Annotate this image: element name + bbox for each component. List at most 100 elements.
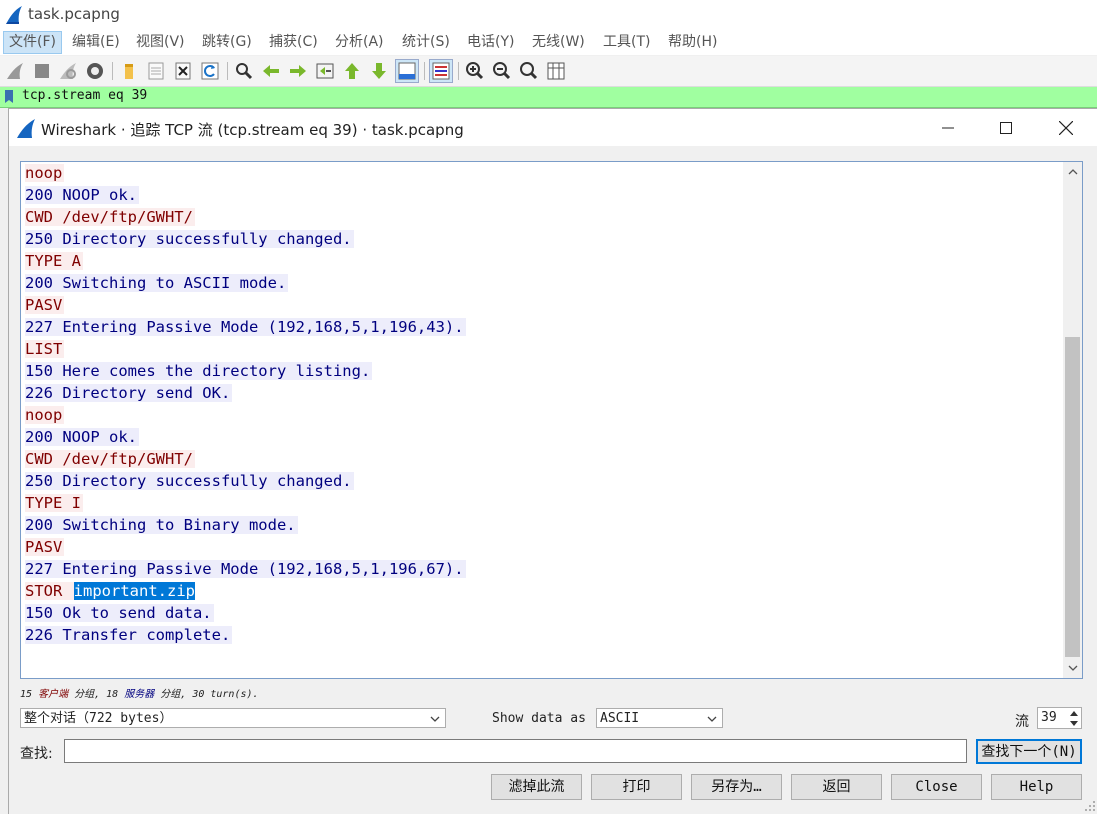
- close-button[interactable]: Close: [891, 774, 982, 800]
- client-stream-line: CWD /dev/ftp/GWHT/: [25, 206, 466, 228]
- maximize-icon: [1000, 121, 1012, 134]
- find-packet-search-icon[interactable]: [233, 60, 255, 82]
- help-button[interactable]: Help: [991, 774, 1082, 800]
- menu-edit[interactable]: 编辑(E): [67, 32, 125, 53]
- menu-tools[interactable]: 工具(T): [598, 32, 655, 53]
- back-button[interactable]: 返回: [791, 774, 882, 800]
- last-packet-icon[interactable]: [368, 60, 390, 82]
- close-window-button[interactable]: [1043, 109, 1089, 146]
- minimize-icon: [942, 127, 954, 128]
- menu-view[interactable]: 视图(V): [131, 32, 190, 53]
- stream-line-text: 227 Entering Passive Mode (192,168,5,1,1…: [25, 560, 466, 578]
- close-file-icon[interactable]: [172, 60, 194, 82]
- menu-wireless[interactable]: 无线(W): [527, 32, 590, 53]
- stream-number-spinbox[interactable]: 39: [1037, 707, 1082, 729]
- zoom-in-icon[interactable]: [464, 60, 486, 82]
- first-packet-icon[interactable]: [341, 60, 363, 82]
- display-filter-text: tcp.stream eq 39: [22, 88, 148, 103]
- scroll-up-button[interactable]: [1063, 162, 1082, 182]
- reload-icon[interactable]: [199, 60, 221, 82]
- stream-line-text: 250 Directory successfully changed.: [25, 472, 354, 490]
- menu-telephony[interactable]: 电话(Y): [462, 32, 519, 53]
- open-folder-icon[interactable]: [118, 60, 140, 82]
- restart-capture-icon[interactable]: [57, 60, 79, 82]
- filter-out-stream-button[interactable]: 滤掉此流: [491, 774, 582, 800]
- client-stream-line: TYPE I: [25, 492, 466, 514]
- client-stream-line: STOR important.zip: [25, 580, 466, 602]
- client-stream-line: noop: [25, 404, 466, 426]
- auto-scroll-icon[interactable]: [395, 59, 419, 83]
- display-filter-bar[interactable]: tcp.stream eq 39: [0, 87, 1097, 108]
- client-stream-line: PASV: [25, 536, 466, 558]
- server-stream-line: 150 Ok to send data.: [25, 602, 466, 624]
- stream-line-text: LIST: [25, 340, 65, 358]
- normal-size-icon[interactable]: [518, 60, 540, 82]
- zoom-out-icon[interactable]: [491, 60, 513, 82]
- server-stream-line: 226 Directory send OK.: [25, 382, 466, 404]
- selected-text: important.zip: [73, 582, 195, 600]
- menu-go[interactable]: 跳转(G): [197, 32, 257, 53]
- menu-capture[interactable]: 捕获(C): [264, 32, 323, 53]
- dialog-title: Wireshark · 追踪 TCP 流 (tcp.stream eq 39) …: [41, 121, 464, 139]
- go-back-arrow-icon[interactable]: [260, 60, 282, 82]
- spin-up-button[interactable]: [1068, 709, 1080, 718]
- vertical-scrollbar[interactable]: [1063, 162, 1082, 678]
- menu-statistics[interactable]: 统计(S): [397, 32, 455, 53]
- show-data-select[interactable]: ASCII: [596, 708, 723, 728]
- capture-options-gear-icon[interactable]: [84, 60, 106, 82]
- stream-line-text: 200 Switching to ASCII mode.: [25, 274, 289, 292]
- chevron-down-icon: [707, 716, 717, 722]
- main-title-bar: task.pcapng: [0, 0, 1097, 30]
- find-input[interactable]: [64, 739, 967, 763]
- maximize-button[interactable]: [983, 109, 1029, 146]
- scroll-down-button[interactable]: [1063, 658, 1082, 678]
- client-stream-line: PASV: [25, 294, 466, 316]
- print-button[interactable]: 打印: [591, 774, 682, 800]
- file-list-icon[interactable]: [145, 60, 167, 82]
- client-stream-line: TYPE A: [25, 250, 466, 272]
- stream-line-text: 226 Transfer complete.: [25, 626, 233, 644]
- minimize-button[interactable]: [925, 109, 971, 146]
- go-forward-arrow-icon[interactable]: [287, 60, 309, 82]
- scrollbar-thumb[interactable]: [1065, 337, 1080, 657]
- wireshark-fin-icon: [6, 6, 22, 24]
- go-to-packet-icon[interactable]: [314, 60, 336, 82]
- colorize-icon[interactable]: [429, 59, 453, 83]
- chevron-down-icon: [1070, 721, 1078, 726]
- bookmark-icon[interactable]: [4, 90, 14, 104]
- menu-analyze[interactable]: 分析(A): [330, 32, 389, 53]
- spin-down-button[interactable]: [1068, 719, 1080, 728]
- resize-columns-icon[interactable]: [545, 60, 567, 82]
- stream-line-text: TYPE I: [25, 494, 83, 512]
- stream-content-view[interactable]: noop 200 NOOP ok. CWD /dev/ftp/GWHT/250 Di…: [20, 161, 1083, 679]
- stream-line-text: 200 Switching to Binary mode.: [25, 516, 298, 534]
- save-as-button[interactable]: 另存为…: [691, 774, 782, 800]
- conversation-select[interactable]: 整个对话（722 bytes）: [20, 708, 446, 728]
- client-stream-line: LIST: [25, 338, 466, 360]
- resize-grip-icon[interactable]: [1084, 800, 1096, 812]
- stream-line-text: 200 NOOP ok.: [25, 186, 139, 204]
- menu-file[interactable]: 文件(F): [3, 31, 62, 54]
- server-stream-line: 227 Entering Passive Mode (192,168,5,1,1…: [25, 316, 466, 338]
- stream-line-text: 150 Here comes the directory listing.: [25, 362, 373, 380]
- main-window-title: task.pcapng: [28, 5, 120, 23]
- client-label: 客户端: [38, 689, 69, 700]
- stream-line-text: TYPE A: [25, 252, 83, 270]
- start-capture-fin-icon[interactable]: [4, 60, 26, 82]
- stream-line-text: CWD /dev/ftp/GWHT/: [25, 450, 195, 468]
- menu-help[interactable]: 帮助(H): [663, 32, 722, 53]
- conversation-select-value: 整个对话（722 bytes）: [24, 711, 173, 726]
- server-stream-line: 227 Entering Passive Mode (192,168,5,1,1…: [25, 558, 466, 580]
- server-stream-line: 200 Switching to ASCII mode.: [25, 272, 466, 294]
- stream-line-text: CWD /dev/ftp/GWHT/: [25, 208, 195, 226]
- stream-line-text: 200 NOOP ok.: [25, 428, 139, 446]
- stream-number-label: 流: [1015, 714, 1029, 730]
- server-label: 服务器: [124, 689, 155, 700]
- stop-capture-icon[interactable]: [31, 60, 53, 82]
- show-data-value: ASCII: [600, 711, 640, 726]
- stream-line-text: 227 Entering Passive Mode (192,168,5,1,1…: [25, 318, 466, 336]
- stream-line-text: 250 Directory successfully changed.: [25, 230, 354, 248]
- find-next-button[interactable]: 查找下一个(N): [976, 739, 1082, 764]
- main-toolbar: [0, 56, 1097, 87]
- stream-line-text: STOR: [25, 582, 74, 600]
